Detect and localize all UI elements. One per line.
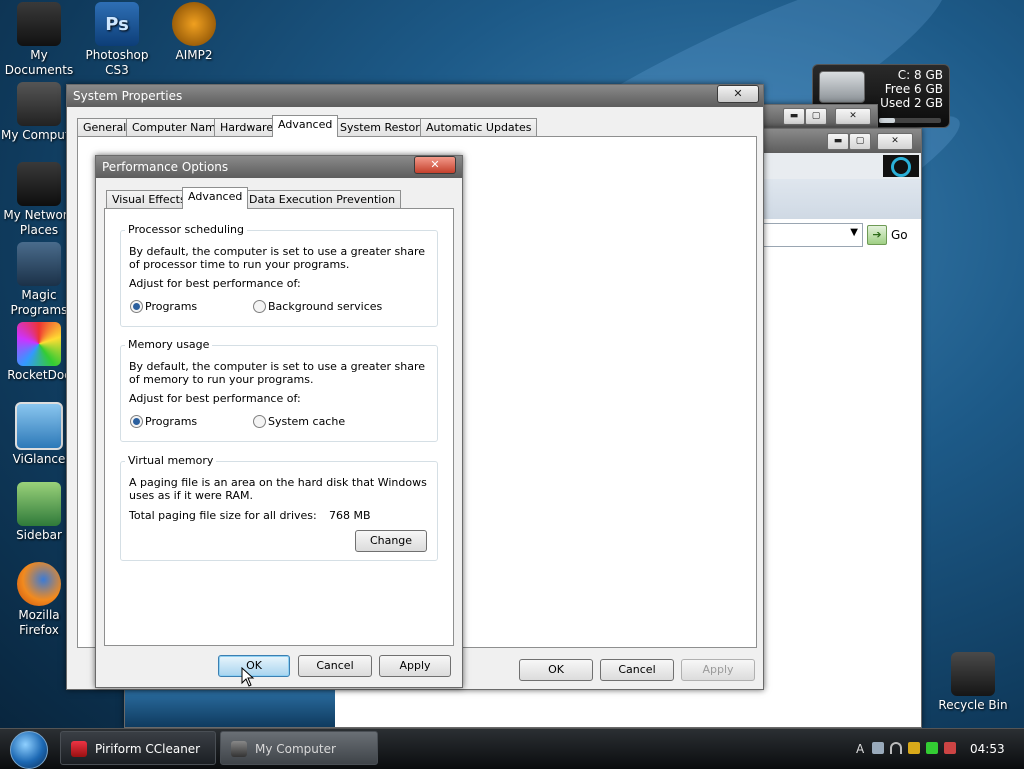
go-label[interactable]: Go	[891, 228, 908, 242]
performance-options-titlebar[interactable]: Performance Options	[96, 156, 462, 178]
performance-tab-panel: Processor scheduling By default, the com…	[104, 208, 454, 646]
memory-system-cache-label[interactable]: System cache	[268, 415, 345, 428]
language-indicator[interactable]: A	[856, 729, 864, 769]
close-button[interactable]: ✕	[877, 133, 913, 150]
desktop-icon-my-documents[interactable]: My Documents	[0, 2, 78, 78]
close-button[interactable]: ✕	[717, 85, 759, 103]
processor-scheduling-description: By default, the computer is set to use a…	[129, 245, 426, 271]
taskbar: Piriform CCleaner My Computer A 04:53	[0, 728, 1024, 769]
tab-data-execution-prevention[interactable]: Data Execution Prevention	[243, 190, 402, 209]
processor-adjust-label: Adjust for best performance of:	[129, 277, 301, 290]
maximize-button[interactable]: ▢	[805, 108, 827, 125]
tab-general[interactable]: General	[77, 118, 133, 137]
tab-visual-effects[interactable]: Visual Effects	[106, 190, 192, 209]
tray-security-icon[interactable]	[908, 742, 920, 754]
hard-drive-icon	[819, 71, 865, 103]
memory-system-cache-radio[interactable]	[253, 415, 266, 428]
memory-usage-title: Memory usage	[125, 338, 213, 351]
address-dropdown-icon[interactable]: ▼	[850, 227, 858, 238]
ccleaner-icon	[71, 741, 87, 757]
virtual-memory-group: Virtual memory A paging file is an area …	[120, 454, 438, 561]
processor-programs-radio[interactable]	[130, 300, 143, 313]
virtual-memory-description: A paging file is an area on the hard dis…	[129, 476, 427, 502]
tray-shield-icon[interactable]	[926, 742, 938, 754]
mouse-cursor-icon	[241, 667, 255, 687]
processor-programs-label[interactable]: Programs	[145, 300, 197, 313]
memory-usage-group: Memory usage By default, the computer is…	[120, 338, 438, 442]
recycle-bin-icon	[951, 652, 995, 696]
network-icon	[17, 162, 61, 206]
minimize-button[interactable]: ▬	[827, 133, 849, 150]
start-orb-windows-icon[interactable]	[10, 731, 48, 769]
paging-file-size-value: 768 MB	[329, 509, 371, 522]
viglance-icon	[15, 402, 63, 450]
memory-programs-radio[interactable]	[130, 415, 143, 428]
rocketdoc-icon	[17, 322, 61, 366]
drive-letter-size: C: 8 GB	[897, 68, 943, 82]
taskbar-item-ccleaner[interactable]: Piriform CCleaner	[60, 731, 216, 765]
system-properties-cancel-button[interactable]: Cancel	[600, 659, 674, 681]
tray-network-icon[interactable]	[890, 742, 902, 754]
processor-background-services-radio[interactable]	[253, 300, 266, 313]
paging-file-size-label: Total paging file size for all drives:	[129, 509, 317, 522]
computer-icon	[17, 82, 61, 126]
tray-alert-icon[interactable]	[944, 742, 956, 754]
system-properties-ok-button[interactable]: OK	[519, 659, 593, 681]
tray-document-icon[interactable]	[872, 742, 884, 754]
performance-cancel-button[interactable]: Cancel	[298, 655, 372, 677]
processor-background-services-label[interactable]: Background services	[268, 300, 382, 313]
performance-apply-button[interactable]: Apply	[379, 655, 451, 677]
drive-used-space: Used 2 GB	[880, 96, 943, 110]
drive-usage-bar	[879, 118, 941, 123]
desktop-icon-photoshop[interactable]: Ps Photoshop CS3	[78, 2, 156, 78]
magic-programs-icon	[17, 242, 61, 286]
taskbar-item-my-computer[interactable]: My Computer	[220, 731, 378, 765]
system-properties-title: System Properties	[73, 89, 183, 103]
close-button[interactable]: ✕	[414, 156, 456, 174]
tab-automatic-updates[interactable]: Automatic Updates	[420, 118, 538, 137]
go-arrow-icon[interactable]: ➔	[867, 225, 887, 245]
photoshop-icon: Ps	[95, 2, 139, 46]
maximize-button[interactable]: ▢	[849, 133, 871, 150]
processor-scheduling-group: Processor scheduling By default, the com…	[120, 223, 438, 327]
minimize-button[interactable]: ▬	[783, 108, 805, 125]
system-properties-titlebar[interactable]: System Properties	[67, 85, 763, 107]
computer-icon	[231, 741, 247, 757]
performance-options-dialog[interactable]: Performance Options ✕ Visual Effects Adv…	[95, 155, 463, 688]
tab-advanced[interactable]: Advanced	[182, 187, 249, 209]
desktop-icon-recycle-bin[interactable]: Recycle Bin	[934, 652, 1012, 713]
drive-free-space: Free 6 GB	[884, 82, 943, 96]
performance-options-title: Performance Options	[102, 160, 229, 174]
folder-icon	[17, 2, 61, 46]
firefox-icon	[17, 562, 61, 606]
virtual-memory-title: Virtual memory	[125, 454, 217, 467]
side-panel-strip	[125, 689, 335, 727]
processor-scheduling-title: Processor scheduling	[125, 223, 248, 236]
memory-usage-description: By default, the computer is set to use a…	[129, 360, 426, 386]
memory-adjust-label: Adjust for best performance of:	[129, 392, 301, 405]
change-virtual-memory-button[interactable]: Change	[355, 530, 427, 552]
desktop-icon-aimp2[interactable]: AIMP2	[155, 2, 233, 63]
tab-system-restore[interactable]: System Restore	[334, 118, 433, 137]
memory-programs-label[interactable]: Programs	[145, 415, 197, 428]
windows-logo-icon	[883, 155, 919, 177]
sidebar-icon	[17, 482, 61, 526]
system-properties-apply-button[interactable]: Apply	[681, 659, 755, 681]
background-window-titlebar-1[interactable]: ▬ ▢ ✕	[760, 104, 878, 128]
tab-hardware[interactable]: Hardware	[214, 118, 280, 137]
tab-advanced[interactable]: Advanced	[272, 115, 339, 137]
aimp-icon	[172, 2, 216, 46]
close-button[interactable]: ✕	[835, 108, 871, 125]
drive-usage-fill	[879, 118, 895, 123]
taskbar-clock[interactable]: 04:53	[970, 729, 1005, 769]
